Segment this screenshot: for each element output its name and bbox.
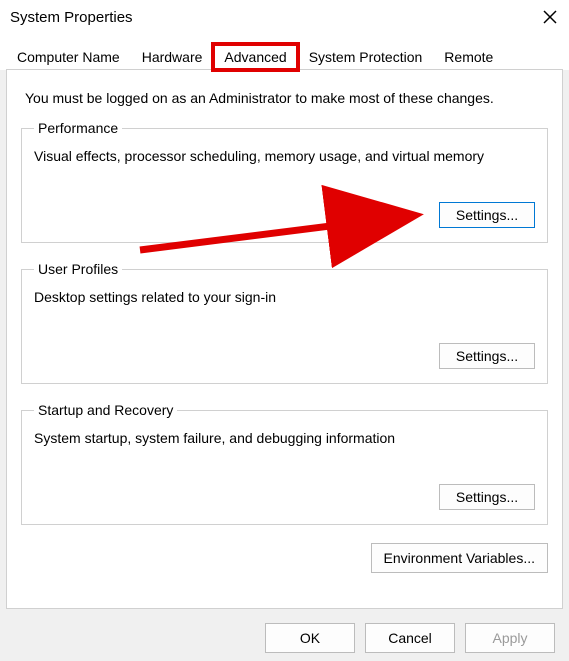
group-startup-recovery: Startup and Recovery System startup, sys… — [21, 402, 548, 525]
tab-system-protection[interactable]: System Protection — [298, 44, 434, 70]
environment-variables-button[interactable]: Environment Variables... — [371, 543, 548, 573]
apply-button: Apply — [465, 623, 555, 653]
group-user-profiles: User Profiles Desktop settings related t… — [21, 261, 548, 384]
tab-computer-name[interactable]: Computer Name — [6, 44, 131, 70]
group-performance: Performance Visual effects, processor sc… — [21, 120, 548, 243]
tab-remote[interactable]: Remote — [433, 44, 504, 70]
group-performance-legend: Performance — [34, 120, 122, 136]
performance-settings-button[interactable]: Settings... — [439, 202, 535, 228]
close-icon — [543, 10, 557, 24]
close-button[interactable] — [541, 8, 559, 26]
group-user-profiles-legend: User Profiles — [34, 261, 122, 277]
dialog-footer: OK Cancel Apply — [265, 623, 555, 653]
titlebar: System Properties — [0, 0, 569, 30]
tab-panel-advanced: You must be logged on as an Administrato… — [6, 69, 563, 609]
tab-hardware[interactable]: Hardware — [131, 44, 214, 70]
tab-bar: Computer Name Hardware Advanced System P… — [0, 30, 569, 70]
cancel-button[interactable]: Cancel — [365, 623, 455, 653]
performance-description: Visual effects, processor scheduling, me… — [34, 148, 535, 164]
group-startup-recovery-legend: Startup and Recovery — [34, 402, 177, 418]
user-profiles-settings-button[interactable]: Settings... — [439, 343, 535, 369]
startup-recovery-settings-button[interactable]: Settings... — [439, 484, 535, 510]
user-profiles-description: Desktop settings related to your sign-in — [34, 289, 535, 305]
window-title: System Properties — [10, 9, 133, 26]
admin-notice: You must be logged on as an Administrato… — [25, 90, 544, 106]
startup-recovery-description: System startup, system failure, and debu… — [34, 430, 535, 446]
tab-advanced[interactable]: Advanced — [213, 44, 297, 70]
ok-button[interactable]: OK — [265, 623, 355, 653]
